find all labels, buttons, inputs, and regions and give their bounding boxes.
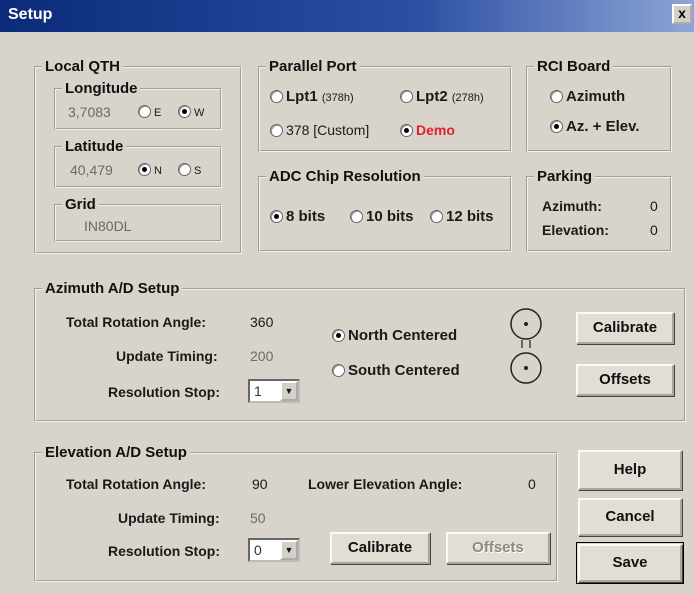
az-rotation-label: Total Rotation Angle: [66,314,206,330]
el-resolution-label: Resolution Stop: [108,543,220,559]
latitude-north-radio[interactable]: N [138,163,162,177]
el-offsets-button[interactable]: Offsets [446,532,550,564]
adc-10bit-radio[interactable]: 10 bits [350,208,414,225]
az-timing-value: 200 [250,348,274,364]
setup-window: Setup x Local QTH Longitude 3,7083 E W L… [0,0,694,594]
parking-legend: Parking [537,168,593,185]
parking-elevation-label: Elevation: [542,222,609,238]
help-button[interactable]: Help [578,450,682,490]
az-rotation-value: 360 [250,314,274,330]
rci-azimuth-radio[interactable]: Azimuth [550,88,625,105]
radio-on-icon [138,163,151,176]
radio-off-icon [138,105,151,118]
radio-off-icon [178,163,191,176]
demo-radio[interactable]: Demo [400,122,455,138]
longitude-east-radio[interactable]: E [138,105,161,119]
radio-off-icon [270,90,283,103]
az-offsets-button[interactable]: Offsets [576,364,674,396]
el-timing-label: Update Timing: [118,510,220,526]
az-resolution-select[interactable]: 1 ▼ [248,379,300,403]
radio-off-icon [400,90,413,103]
radio-off-icon [550,90,563,103]
close-button[interactable]: x [672,4,692,24]
latitude-legend: Latitude [65,138,124,155]
el-timing-value: 50 [250,510,266,526]
az-resolution-label: Resolution Stop: [108,384,220,400]
rci-az-elev-radio[interactable]: Az. + Elev. [550,118,640,135]
cancel-button[interactable]: Cancel [578,498,682,536]
grid-legend: Grid [65,196,96,213]
el-lower-angle-value: 0 [528,476,536,492]
radio-on-icon [550,120,563,133]
el-lower-angle-label: Lower Elevation Angle: [308,476,463,492]
parallel-port-legend: Parallel Port [269,58,357,75]
radio-off-icon [350,210,363,223]
chevron-down-icon[interactable]: ▼ [280,540,298,560]
window-title: Setup [8,6,53,23]
latitude-south-radio[interactable]: S [178,163,201,177]
radio-off-icon [332,364,345,377]
radio-off-icon [270,124,283,137]
radio-on-icon [400,124,413,137]
save-button[interactable]: Save [576,542,684,584]
south-centered-radio[interactable]: South Centered [332,362,460,379]
grid-value: IN80DL [84,218,132,234]
parking-azimuth-label: Azimuth: [542,198,602,214]
adc-8bit-radio[interactable]: 8 bits [270,208,325,225]
north-centered-radio[interactable]: North Centered [332,327,457,344]
custom-port-radio[interactable]: 378 [Custom] [270,122,369,138]
local-qth-legend: Local QTH [45,58,121,75]
elevation-ad-legend: Elevation A/D Setup [45,444,187,461]
el-rotation-label: Total Rotation Angle: [66,476,206,492]
lpt1-radio[interactable]: Lpt1 (378h) [270,88,354,105]
centering-diagram-icon [510,308,542,384]
title-bar: Setup x [0,0,694,32]
latitude-value: 40,479 [70,162,113,178]
longitude-west-radio[interactable]: W [178,105,204,119]
rci-board-group: RCI Board [526,58,672,152]
chevron-down-icon[interactable]: ▼ [280,381,298,401]
radio-on-icon [270,210,283,223]
el-rotation-value: 90 [252,476,268,492]
az-timing-label: Update Timing: [116,348,218,364]
parking-elevation-value: 0 [650,222,658,238]
parking-azimuth-value: 0 [650,198,658,214]
az-calibrate-button[interactable]: Calibrate [576,312,674,344]
radio-on-icon [332,329,345,342]
el-resolution-select[interactable]: 0 ▼ [248,538,300,562]
rci-board-legend: RCI Board [537,58,611,75]
radio-off-icon [430,210,443,223]
azimuth-ad-legend: Azimuth A/D Setup [45,280,180,297]
adc-resolution-legend: ADC Chip Resolution [269,168,421,185]
longitude-value: 3,7083 [68,104,111,120]
radio-on-icon [178,105,191,118]
longitude-legend: Longitude [65,80,138,97]
adc-12bit-radio[interactable]: 12 bits [430,208,494,225]
el-calibrate-button[interactable]: Calibrate [330,532,430,564]
grid-group: Grid [54,196,222,242]
lpt2-radio[interactable]: Lpt2 (278h) [400,88,484,105]
